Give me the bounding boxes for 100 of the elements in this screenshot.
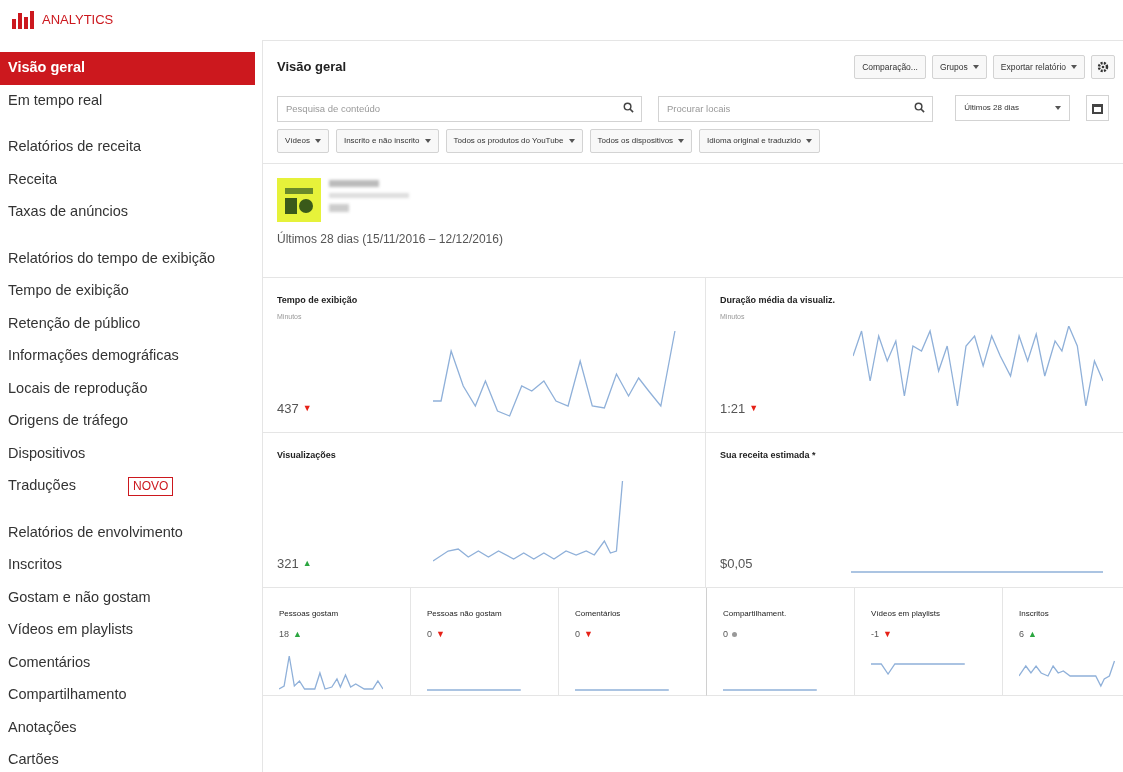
sidebar-item-label: Comentários — [8, 652, 91, 672]
metric-value: 321 — [277, 554, 299, 573]
down-arrow-icon: ▼ — [883, 628, 892, 642]
date-period: Últimos 28 dias (15/11/2016 – 12/12/2016) — [277, 230, 504, 248]
metric-value: 0 — [427, 628, 432, 641]
metric-card[interactable]: Inscritos 6 ▲ — [1003, 588, 1123, 696]
filter-dropdown[interactable]: Idioma original e traduzido — [699, 129, 820, 153]
sidebar-item-label: Dispositivos — [8, 443, 86, 463]
metric-value: 1:21 — [720, 399, 746, 418]
sidebar-item[interactable]: Relatórios de receita — [0, 131, 255, 164]
sidebar-item[interactable]: Origens de tráfego — [0, 405, 255, 438]
down-arrow-icon: ▼ — [302, 401, 312, 415]
sidebar-item[interactable]: Retenção de público — [0, 307, 255, 340]
calendar-icon — [1091, 102, 1103, 114]
filter-dropdown[interactable]: Todos os produtos do YouTube — [445, 129, 583, 153]
sidebar-item-label: Cartões — [8, 750, 59, 770]
date-range-dropdown[interactable]: Últimos 28 dias — [955, 95, 1070, 121]
sidebar-item[interactable]: Inscritos — [0, 549, 255, 582]
sidebar-item[interactable]: Relatórios do tempo de exibição — [0, 242, 255, 275]
metric-card[interactable]: Pessoas gostam 18 ▲ — [263, 588, 411, 696]
metric-value: 0 — [723, 628, 728, 641]
metric-value: 0 — [575, 628, 580, 641]
metric-title: Compartilhament. — [723, 608, 788, 620]
metric-value: 18 — [279, 628, 289, 641]
settings-icon — [1097, 61, 1109, 73]
calendar-button[interactable] — [1085, 95, 1109, 121]
metric-title: Comentários — [575, 608, 622, 620]
down-arrow-icon: ▼ — [436, 628, 445, 642]
date-range-value: Últimos 28 dias — [964, 102, 1019, 114]
sidebar-item[interactable]: Informações demográficas — [0, 340, 255, 373]
search-field[interactable]: Procurar locais — [658, 95, 934, 122]
caret-icon — [568, 139, 575, 143]
metric-title: Sua receita estimada * — [720, 449, 817, 462]
metric-title: Tempo de exibição — [277, 294, 359, 307]
metric-card[interactable]: Comentários 0 ▼ — [559, 588, 707, 696]
metric-title: Pessoas gostam — [279, 608, 340, 620]
sidebar-item-label: Em tempo real — [8, 90, 103, 110]
toolbar-button[interactable]: Comparação... — [854, 55, 926, 79]
search-icon — [914, 102, 926, 113]
sidebar-item[interactable]: Dispositivos — [0, 437, 255, 470]
sidebar-item[interactable]: Taxas de anúncios — [0, 196, 255, 229]
sidebar-item-label: Gostam e não gostam — [8, 587, 151, 607]
metric-value: $0,05 — [720, 554, 753, 573]
down-arrow-icon: ▼ — [584, 628, 593, 642]
metric-value: -1 — [871, 628, 879, 641]
sidebar-item-label: Relatórios de receita — [8, 137, 141, 157]
metric-card[interactable]: Visualizações 321 ▲ — [263, 433, 706, 588]
metric-card[interactable]: Compartilhament. 0 — [707, 588, 855, 696]
settings-button[interactable] — [1091, 55, 1115, 79]
sidebar-item[interactable]: Relatórios de envolvimento — [0, 516, 255, 549]
sidebar-item[interactable]: Locais de reprodução — [0, 372, 255, 405]
sidebar-item-label: Relatórios de envolvimento — [8, 522, 183, 542]
sidebar-item[interactable]: Visão geral — [0, 52, 255, 85]
sidebar-item-label: Relatórios do tempo de exibição — [8, 248, 216, 268]
bar-chart-icon — [12, 11, 34, 29]
caret-icon — [314, 139, 321, 143]
sidebar-item[interactable]: Gostam e não gostam — [0, 581, 255, 614]
sidebar-item-label: Receita — [8, 169, 58, 189]
sidebar-item-label: Retenção de público — [8, 313, 141, 333]
metric-value: 437 — [277, 399, 299, 418]
sidebar-item-label: Origens de tráfego — [8, 411, 129, 431]
search-icon — [623, 102, 634, 113]
metric-value: 6 — [1019, 628, 1024, 641]
metric-card[interactable]: Vídeos em playlists -1 ▼ — [855, 588, 1003, 696]
sidebar-item[interactable]: Vídeos em playlists — [0, 614, 255, 647]
page-title: Visão geral — [277, 58, 348, 77]
sidebar-item[interactable]: Cartões — [0, 744, 255, 772]
filter-dropdown[interactable]: Inscrito e não inscrito — [335, 129, 439, 153]
sidebar-item[interactable]: Receita — [0, 163, 255, 196]
filter-dropdown[interactable]: Todos os dispositivos — [589, 129, 693, 153]
up-arrow-icon: ▲ — [293, 628, 302, 642]
caret-icon — [678, 139, 685, 143]
sidebar-item[interactable]: Tempo de exibição — [0, 275, 255, 308]
sidebar-item-label: Vídeos em playlists — [8, 620, 133, 640]
sidebar-item[interactable]: Comentários — [0, 646, 255, 679]
metric-title: Visualizações — [277, 449, 337, 462]
sidebar-item[interactable]: Compartilhamento — [0, 679, 255, 712]
metric-card[interactable]: Pessoas não gostam 0 ▼ — [411, 588, 559, 696]
metric-card[interactable]: Sua receita estimada * $0,05 — [706, 433, 1123, 588]
sidebar-item-label: Inscritos — [8, 555, 62, 575]
sidebar-item[interactable]: Em tempo real — [0, 84, 255, 117]
new-badge: NOVO — [127, 476, 174, 496]
metric-title: Duração média da visualiz. — [720, 294, 837, 307]
sidebar-item-label: Anotações — [8, 717, 77, 737]
sidebar-item-label: Visão geral — [8, 58, 86, 78]
down-arrow-icon: ▼ — [749, 401, 759, 415]
caret-icon — [1054, 106, 1061, 110]
caret-icon — [424, 139, 431, 143]
sidebar-item[interactable]: Anotações — [0, 711, 255, 744]
sidebar-item-label: Compartilhamento — [8, 685, 127, 705]
filter-dropdown[interactable]: Vídeos — [277, 129, 329, 153]
metric-title: Vídeos em playlists — [871, 608, 941, 620]
metric-title: Pessoas não gostam — [427, 608, 503, 620]
sidebar-item-label: Locais de reprodução — [8, 378, 148, 398]
toolbar-button[interactable]: Exportar relatório — [992, 55, 1085, 79]
toolbar-button[interactable]: Grupos — [931, 55, 987, 79]
caret-icon — [805, 139, 812, 143]
sidebar-item[interactable]: Traduções NOVO — [0, 470, 255, 503]
search-field[interactable]: Pesquisa de conteúdo — [277, 95, 642, 122]
metric-title: Inscritos — [1019, 608, 1050, 620]
